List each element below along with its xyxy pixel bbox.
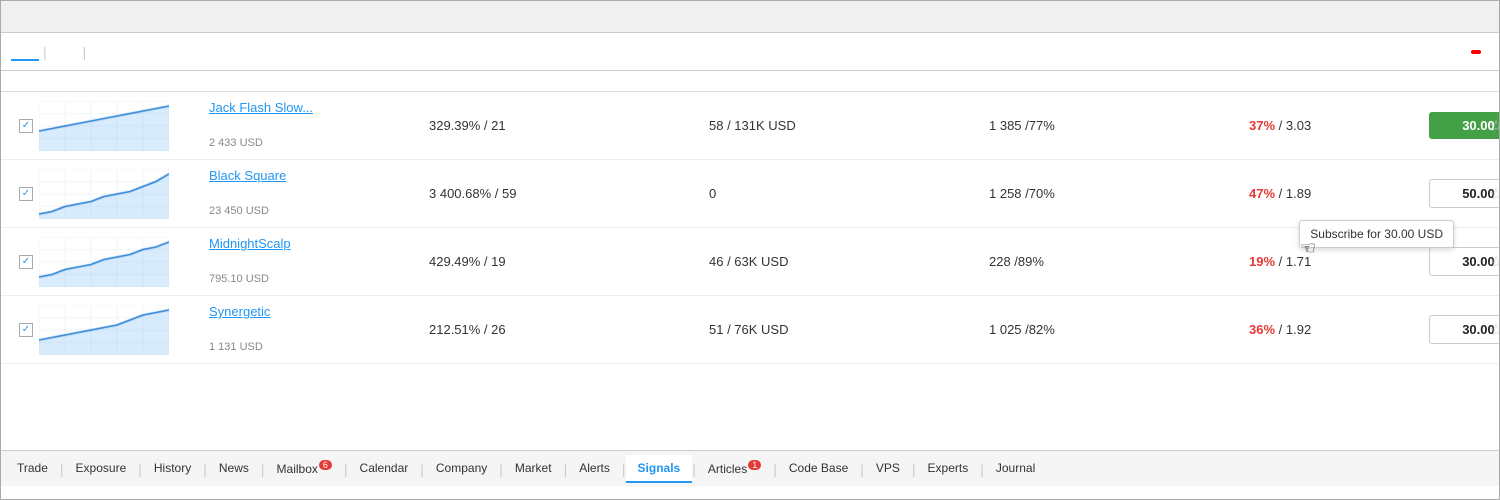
signal-star-cell: ☆ — [1481, 316, 1499, 344]
table-header — [1, 71, 1499, 92]
bottom-tab-market[interactable]: Market — [503, 455, 564, 483]
signal-star-button[interactable]: ☆ — [1489, 184, 1499, 204]
bottom-tab-company[interactable]: Company — [424, 455, 499, 483]
subscribe-tooltip: Subscribe for 30.00 USD — [1299, 220, 1454, 248]
bottom-tab-bar: Trade|Exposure|History|News|Mailbox6|Cal… — [1, 450, 1499, 486]
row-checkbox[interactable]: ✓ — [19, 255, 33, 269]
chart-cell: ✓ — [11, 165, 201, 223]
signal-subscribers: 51 / 76K USD — [701, 318, 981, 341]
signal-name-cell: Jack Flash Slow... 2 433 USD — [201, 96, 421, 155]
chart-cell: ✓ — [11, 97, 201, 155]
signal-star-button[interactable]: ☆ — [1489, 252, 1499, 272]
bottom-tab-articles[interactable]: Articles1 — [696, 454, 773, 484]
bottom-tab-journal[interactable]: Journal — [984, 455, 1047, 483]
signal-chart — [39, 169, 169, 219]
signal-equity: 23 450 USD — [209, 205, 269, 217]
signal-equity: 795.10 USD — [209, 273, 269, 285]
signal-growth: 3 400.68% / 59 — [421, 182, 701, 205]
tab-bar-right — [1471, 50, 1489, 54]
bottom-tab-news[interactable]: News — [207, 455, 261, 483]
signal-name-link[interactable]: Synergetic — [209, 304, 413, 319]
signal-equity: 1 131 USD — [209, 341, 263, 353]
signal-trades: 1 385 /77% — [981, 114, 1241, 137]
signal-growth: 329.39% / 21 — [421, 114, 701, 137]
signal-star-cell: ☆ — [1481, 112, 1499, 140]
signal-name-link[interactable]: Jack Flash Slow... — [209, 100, 413, 115]
signal-price-cell: 30.00 USD — [1421, 243, 1481, 280]
signal-chart — [39, 237, 169, 287]
signal-price-cell: 50.00 USD — [1421, 175, 1481, 212]
signal-maxdd: 19% / 1.71 — [1241, 250, 1421, 273]
signal-trades: 1 258 /70% — [981, 182, 1241, 205]
signal-trades: 1 025 /82% — [981, 318, 1241, 341]
signal-maxdd: 47% / 1.89 — [1241, 182, 1421, 205]
signal-name-cell: Black Square 23 450 USD — [201, 164, 421, 223]
signal-subscribers: 0 — [701, 182, 981, 205]
table-row: ✓ Synergetic 1 131 USD 212.51% / 2651 / 76K… — [1, 296, 1499, 364]
bottom-tab-code-base[interactable]: Code Base — [777, 455, 860, 483]
signal-growth: 212.51% / 26 — [421, 318, 701, 341]
title-bar — [1, 1, 1499, 33]
signal-name-link[interactable]: MidnightScalp — [209, 236, 413, 251]
tab-badge: 1 — [748, 460, 761, 470]
signal-trades: 228 /89% — [981, 250, 1241, 273]
table-row: ✓ Jack Flash Slow... 2 433 USD 329.39% / 21… — [1, 92, 1499, 160]
signal-maxdd: 37% / 3.03 — [1241, 114, 1421, 137]
tab-main[interactable] — [11, 43, 39, 61]
signal-name-cell: Synergetic 1 131 USD — [201, 300, 421, 359]
main-tab-bar: | | — [1, 33, 1499, 71]
bottom-tab-history[interactable]: History — [142, 455, 203, 483]
signal-star-cell: ☆ — [1481, 180, 1499, 208]
header-col-star — [1481, 77, 1500, 85]
bottom-tab-alerts[interactable]: Alerts — [567, 455, 622, 483]
header-col-signal — [201, 77, 421, 85]
chart-cell: ✓ — [11, 301, 201, 359]
bottom-tab-experts[interactable]: Experts — [916, 455, 981, 483]
signal-subscribers: 46 / 63K USD — [701, 250, 981, 273]
bottom-tab-trade[interactable]: Trade — [5, 455, 60, 483]
row-checkbox[interactable]: ✓ — [19, 323, 33, 337]
header-col-trades — [981, 77, 1241, 85]
signal-chart — [39, 101, 169, 151]
signal-maxdd: 36% / 1.92 — [1241, 318, 1421, 341]
header-col-subscribers — [701, 77, 981, 85]
bottom-tab-signals[interactable]: Signals — [626, 455, 693, 483]
signal-price-cell: 30.00 USD — [1421, 311, 1481, 348]
signal-name-link[interactable]: Black Square — [209, 168, 413, 183]
bottom-tab-exposure[interactable]: Exposure — [64, 455, 139, 483]
tab-badge: 6 — [319, 460, 332, 470]
row-checkbox[interactable]: ✓ — [19, 187, 33, 201]
header-col-price — [1421, 77, 1481, 85]
bottom-tab-vps[interactable]: VPS — [864, 455, 912, 483]
chart-cell: ✓ — [11, 233, 201, 291]
tab-my-statistics[interactable] — [90, 43, 118, 61]
signal-table-body: ✓ Jack Flash Slow... 2 433 USD 329.39% / 21… — [1, 92, 1499, 450]
header-col-growth — [421, 77, 701, 85]
signal-star-cell: ☆ — [1481, 248, 1499, 276]
signal-equity: 2 433 USD — [209, 137, 263, 149]
youtube-icon[interactable] — [1471, 50, 1481, 54]
signal-growth: 429.49% / 19 — [421, 250, 701, 273]
signal-star-button[interactable]: ☆ — [1489, 116, 1499, 136]
tab-separator-1: | — [43, 44, 47, 60]
table-row: Subscribe for 30.00 USD☜✓Black Square23 … — [1, 160, 1499, 228]
table-row: ✓ MidnightScalp 795.10 USD 429.49% / 1946 /… — [1, 228, 1499, 296]
signal-price-cell: 30.00 USD — [1421, 108, 1481, 143]
tab-separator-2: | — [83, 44, 87, 60]
tab-favorites[interactable] — [51, 43, 79, 61]
header-col-chart — [11, 77, 201, 85]
row-checkbox[interactable]: ✓ — [19, 119, 33, 133]
bottom-tab-calendar[interactable]: Calendar — [348, 455, 421, 483]
header-col-maxdd — [1241, 77, 1421, 85]
signal-name-cell: MidnightScalp 795.10 USD — [201, 232, 421, 291]
signal-chart — [39, 305, 169, 355]
signal-star-button[interactable]: ☆ — [1489, 320, 1499, 340]
signal-subscribers: 58 / 131K USD — [701, 114, 981, 137]
bottom-tab-mailbox[interactable]: Mailbox6 — [265, 454, 344, 484]
